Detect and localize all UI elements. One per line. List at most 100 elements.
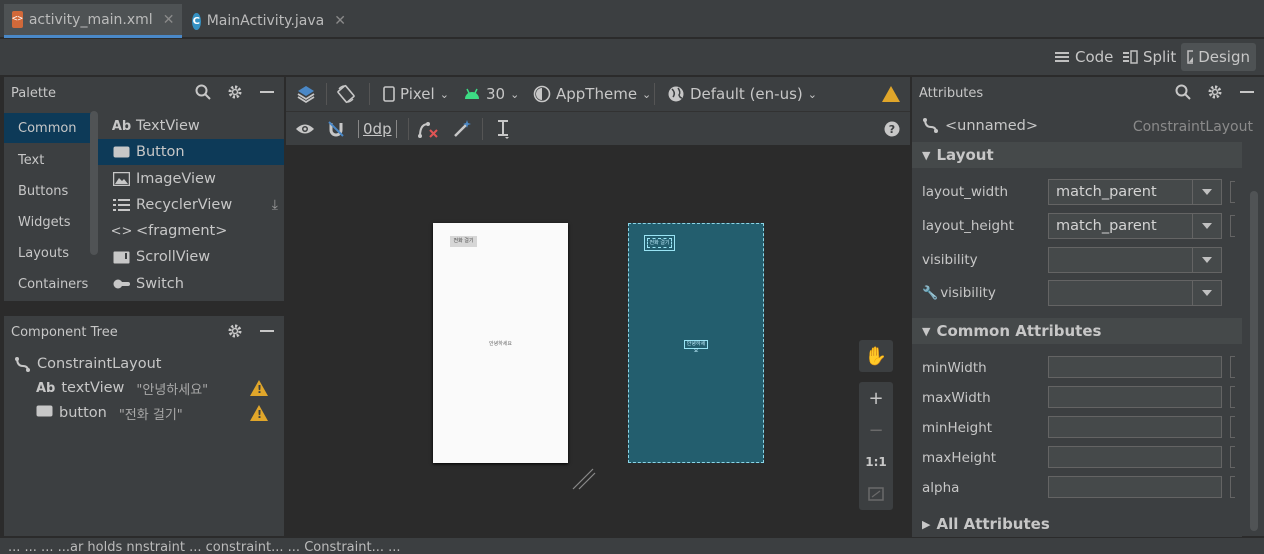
layout-width-dropdown[interactable]: match_parent xyxy=(1048,179,1222,205)
close-icon[interactable]: ✕ xyxy=(163,12,175,28)
max-height-input[interactable] xyxy=(1048,446,1222,468)
palette-category-common[interactable]: Common xyxy=(4,113,94,143)
image-icon xyxy=(113,172,130,186)
split-view-icon xyxy=(1123,50,1138,64)
alpha-input[interactable] xyxy=(1048,476,1222,498)
palette-category-buttons[interactable]: Buttons xyxy=(4,176,94,206)
palette-item-button[interactable]: Button xyxy=(98,139,284,165)
design-mode-button[interactable]: Design xyxy=(1181,43,1256,71)
zoom-in-icon[interactable]: + xyxy=(859,382,893,414)
triangle-right-icon: ▶ xyxy=(922,517,931,531)
attributes-header: Attributes xyxy=(912,77,1264,109)
preview-button[interactable]: 전화 걸기 xyxy=(450,236,477,247)
layout-height-dropdown[interactable]: match_parent xyxy=(1048,213,1222,239)
resize-handle[interactable] xyxy=(572,468,596,494)
layout-section-header[interactable]: ▼ Layout xyxy=(912,142,1242,168)
palette-item-fragment[interactable]: <> <fragment> xyxy=(98,218,284,244)
min-width-label: minWidth xyxy=(922,360,987,376)
tab-main-activity-java[interactable]: C MainActivity.java ✕ xyxy=(184,4,354,38)
code-mode-button[interactable]: Code xyxy=(1048,43,1119,71)
textview-icon: Ab xyxy=(111,118,132,134)
max-width-label: maxWidth xyxy=(922,390,991,406)
default-margin-selector[interactable]: 0dp xyxy=(358,117,397,141)
tab-activity-main-xml[interactable]: <> activity_main.xml ✕ xyxy=(4,4,182,38)
min-height-label: minHeight xyxy=(922,420,993,436)
api-level-selector[interactable]: 30 ⌄ xyxy=(463,82,519,106)
common-attributes-section-header[interactable]: ▼ Common Attributes xyxy=(912,318,1242,344)
tools-visibility-label: 🔧 visibility xyxy=(922,285,996,301)
attributes-scrollbar[interactable] xyxy=(1250,191,1258,531)
gear-icon[interactable] xyxy=(1206,83,1224,101)
palette-category-text[interactable]: Text xyxy=(4,145,94,175)
pan-tool[interactable]: ✋ xyxy=(859,340,893,372)
eye-icon xyxy=(296,124,314,134)
search-icon[interactable] xyxy=(194,83,212,101)
layout-height-label: layout_height xyxy=(922,218,1014,234)
layers-button[interactable] xyxy=(296,82,316,106)
palette-item-scrollview[interactable]: ScrollView xyxy=(98,244,284,270)
min-width-input[interactable] xyxy=(1048,356,1222,378)
zoom-out-icon[interactable]: − xyxy=(859,414,893,446)
clear-constraints-button[interactable] xyxy=(417,117,439,141)
blueprint-textview[interactable]: 안녕하세요 xyxy=(684,340,708,354)
gear-icon[interactable] xyxy=(226,322,244,340)
visibility-dropdown[interactable] xyxy=(1048,247,1222,273)
palette-item-recyclerview[interactable]: RecyclerView ⤓ xyxy=(98,192,284,218)
palette-category-layouts[interactable]: Layouts xyxy=(4,238,94,268)
warning-icon[interactable] xyxy=(250,380,268,396)
design-image-icon xyxy=(1187,50,1194,64)
tree-item-button[interactable]: button "전화 걸기" xyxy=(36,401,276,425)
palette-item-textview[interactable]: Ab TextView xyxy=(98,113,284,139)
minimize-icon[interactable] xyxy=(258,83,276,101)
minimize-icon[interactable] xyxy=(1238,83,1256,101)
palette-header: Palette xyxy=(4,77,284,109)
zoom-fit-icon[interactable] xyxy=(859,478,893,510)
design-canvas[interactable]: 전화 걸기 안녕하세요 전화 걸기 안녕하세요 ✋ + − 1:1 xyxy=(286,146,910,536)
zoom-actual-size-button[interactable]: 1:1 xyxy=(859,446,893,478)
autoconnect-toggle[interactable] xyxy=(326,117,346,141)
palette-category-widgets[interactable]: Widgets xyxy=(4,207,94,237)
hand-icon[interactable]: ✋ xyxy=(859,340,893,372)
blueprint-preview[interactable]: 전화 걸기 안녕하세요 xyxy=(628,223,764,463)
warning-button[interactable] xyxy=(882,82,900,106)
close-icon[interactable]: ✕ xyxy=(334,13,346,29)
all-attributes-section-header[interactable]: ▶ All Attributes xyxy=(912,511,1242,537)
search-icon[interactable] xyxy=(1174,83,1192,101)
align-icon xyxy=(498,120,509,139)
palette-item-switch[interactable]: Switch xyxy=(98,271,284,297)
min-height-input[interactable] xyxy=(1048,416,1222,438)
warning-icon[interactable] xyxy=(250,405,268,421)
tree-item-textview[interactable]: Ab textView "안녕하세요" xyxy=(36,376,276,400)
preview-textview[interactable]: 안녕하세요 xyxy=(489,340,512,347)
tools-visibility-dropdown[interactable] xyxy=(1048,280,1222,306)
button-icon xyxy=(36,405,53,421)
infer-constraints-button[interactable] xyxy=(452,117,472,141)
gear-icon[interactable] xyxy=(226,83,244,101)
locale-selector[interactable]: Default (en-us) ⌄ xyxy=(667,82,817,106)
svg-text:?: ? xyxy=(889,123,895,136)
help-button[interactable]: ? xyxy=(884,117,900,141)
palette-item-imageview[interactable]: ImageView xyxy=(98,166,284,192)
max-height-label: maxHeight xyxy=(922,450,997,466)
theme-icon xyxy=(533,85,551,103)
view-options-button[interactable] xyxy=(295,117,315,141)
orientation-button[interactable] xyxy=(336,82,356,106)
palette-panel: Palette Common Text Buttons Widgets Layo… xyxy=(4,77,284,301)
download-icon[interactable]: ⤓ xyxy=(272,197,278,213)
design-preview[interactable]: 전화 걸기 안녕하세요 xyxy=(433,223,568,463)
device-selector[interactable]: Pixel ⌄ xyxy=(383,82,449,106)
layout-toolbar: 0dp ? xyxy=(286,111,910,145)
wrench-icon: 🔧 xyxy=(922,285,939,301)
theme-selector[interactable]: AppTheme ⌄ xyxy=(533,82,651,106)
guidelines-button[interactable] xyxy=(495,117,511,141)
palette-title: Palette xyxy=(11,85,57,101)
minimize-icon[interactable] xyxy=(258,322,276,340)
category-scrollbar[interactable] xyxy=(90,111,98,255)
split-mode-button[interactable]: Split xyxy=(1116,43,1182,71)
tree-item-constraintlayout[interactable]: ConstraintLayout xyxy=(14,352,161,376)
palette-category-containers[interactable]: Containers xyxy=(4,269,94,299)
max-width-input[interactable] xyxy=(1048,386,1222,408)
chevron-down-icon: ⌄ xyxy=(510,87,520,101)
chevron-down-icon: ⌄ xyxy=(807,87,817,101)
blueprint-button[interactable]: 전화 걸기 xyxy=(644,235,675,251)
